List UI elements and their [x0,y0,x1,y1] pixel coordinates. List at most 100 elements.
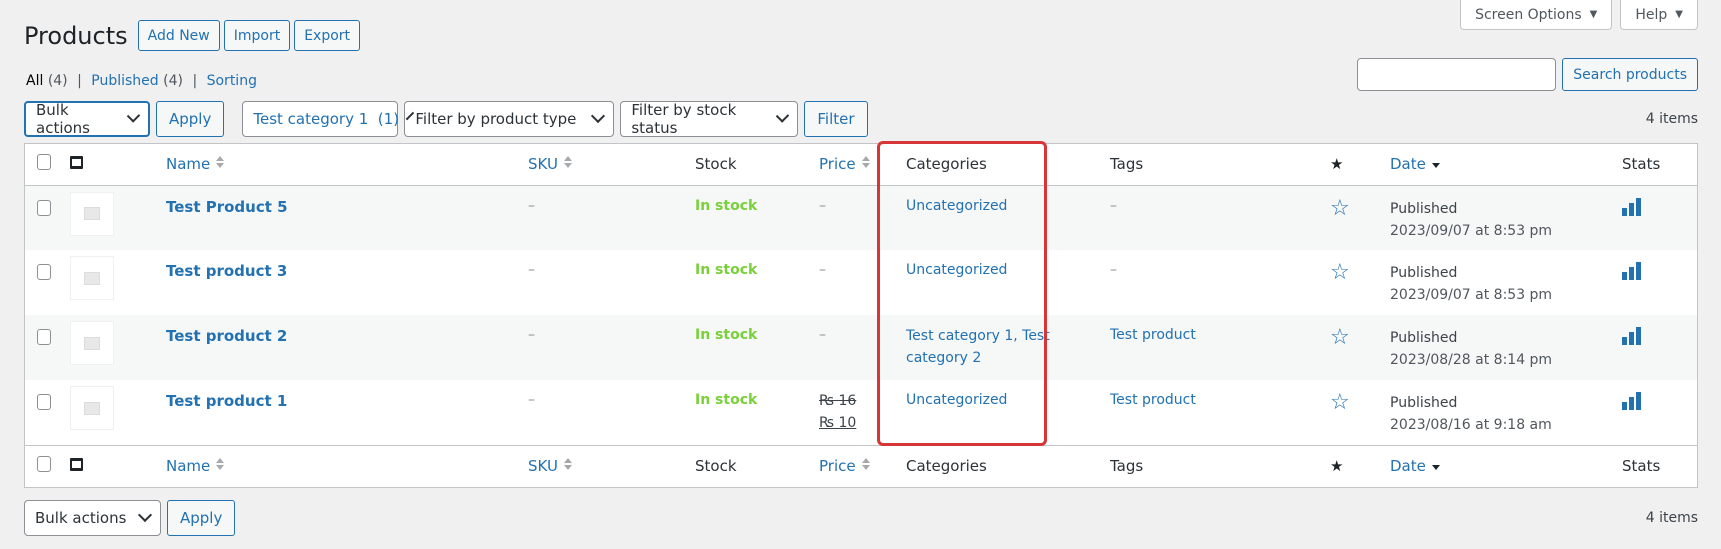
stats-header: Stats [1622,456,1661,475]
stock-header: Stock [695,456,737,475]
caret-down-icon: ▼ [1675,9,1683,20]
apply-button[interactable]: Apply [156,101,225,137]
category-filter-select[interactable]: Test category 1 (1) [242,101,415,137]
search-input[interactable] [1357,58,1557,91]
filter-button[interactable]: Filter [804,101,868,137]
table-row: Test Product 5 – In stock – Uncategorize… [25,185,1697,250]
sort-date-header[interactable]: Date [1390,155,1442,173]
price-cell: – [819,197,826,214]
categories-header: Categories [906,456,987,475]
tag-link[interactable]: Test product [1110,392,1196,408]
product-name-link[interactable]: Test product 3 [166,262,287,280]
featured-toggle-star-icon[interactable]: ☆ [1330,390,1350,415]
apply-button[interactable]: Apply [167,500,236,536]
chevron-down-icon [776,109,790,123]
sort-date-header[interactable]: Date [1390,457,1442,475]
help-button[interactable]: Help ▼ [1620,0,1698,30]
status-text: Published [1390,265,1458,281]
product-thumbnail[interactable] [70,386,114,430]
product-thumbnail[interactable] [70,191,114,236]
sort-name-header[interactable]: Name [166,457,226,475]
stats-bar-chart-icon[interactable] [1622,197,1641,216]
items-count: 4 items [1645,111,1698,127]
tablenav-top: Bulk actions Apply Test category 1 (1) F… [24,101,1698,137]
stock-header: Stock [695,155,737,174]
tag-link[interactable]: Test product [1110,327,1196,343]
select-all-checkbox[interactable] [37,455,51,472]
status-views: All (4) | Published (4) | Sorting [26,73,257,89]
placeholder-image-icon [84,207,100,220]
product-name-link[interactable]: Test product 1 [166,392,287,410]
bulk-actions-select[interactable]: Bulk actions [24,101,150,137]
table-row: Test product 1 – In stock ₨ 16 ₨ 10 Unca… [25,380,1697,445]
product-thumbnail[interactable] [70,321,114,365]
status-text: Published [1390,200,1458,217]
product-name-link[interactable]: Test product 2 [166,327,287,345]
placeholder-image-icon [84,271,100,285]
price-cell: – [819,327,826,343]
sku-cell: – [528,197,535,214]
sku-cell: – [528,392,535,408]
sort-sku-header[interactable]: SKU [528,457,574,475]
date-text: 2023/08/16 at 9:18 am [1390,417,1552,433]
bulk-actions-select[interactable]: Bulk actions [24,500,161,536]
featured-toggle-star-icon[interactable]: ☆ [1330,196,1350,221]
image-icon [70,156,83,170]
search-products-button[interactable]: Search products [1562,58,1698,91]
export-button[interactable]: Export [294,20,361,51]
caret-down-icon: ▼ [1589,9,1598,20]
tags-cell: – [1110,197,1117,214]
stock-cell: In stock [695,262,758,278]
row-checkbox[interactable] [37,264,51,280]
category-link[interactable]: Uncategorized [906,262,1007,278]
view-sorting-link[interactable]: Sorting [207,73,257,89]
category-link[interactable]: Test category 1, Test category 2 [906,328,1050,366]
sort-price-header[interactable]: Price [819,457,872,475]
tags-cell: – [1110,262,1117,278]
row-checkbox[interactable] [37,329,51,345]
product-type-filter-select[interactable]: Filter by product type [404,101,615,137]
sort-icon [563,457,574,470]
sort-icon [563,156,574,169]
screen-options-button[interactable]: Screen Options ▼ [1460,0,1613,30]
row-checkbox[interactable] [37,394,51,410]
stats-bar-chart-icon[interactable] [1622,392,1641,410]
sort-icon [216,156,226,169]
sort-price-header[interactable]: Price [819,155,872,173]
stats-bar-chart-icon[interactable] [1622,327,1641,345]
select-all-checkbox[interactable] [37,154,51,171]
sort-name-header[interactable]: Name [166,155,226,173]
table-row: Test product 2 – In stock – Test categor… [25,315,1697,380]
stats-bar-chart-icon[interactable] [1622,262,1641,280]
view-all-link[interactable]: All [26,73,43,89]
import-button[interactable]: Import [223,20,291,51]
stock-cell: In stock [695,392,758,408]
status-text: Published [1390,395,1458,411]
date-text: 2023/09/07 at 8:53 pm [1390,287,1553,303]
sort-sku-header[interactable]: SKU [528,155,574,173]
row-checkbox[interactable] [37,199,51,216]
category-link[interactable]: Uncategorized [906,392,1007,408]
featured-toggle-star-icon[interactable]: ☆ [1330,325,1350,350]
tags-header: Tags [1110,155,1144,174]
sort-icon [1431,458,1442,470]
sort-icon [861,457,872,470]
featured-star-icon: ★ [1330,456,1344,475]
product-name-link[interactable]: Test Product 5 [166,198,288,216]
items-count: 4 items [1645,510,1698,526]
categories-header: Categories [906,155,987,174]
view-published-link[interactable]: Published [91,73,158,89]
products-table: Name SKU Stock Price Categories Tags ★ D… [24,143,1698,488]
category-link[interactable]: Uncategorized [906,198,1007,214]
featured-toggle-star-icon[interactable]: ☆ [1330,260,1350,285]
add-new-button[interactable]: Add New [137,20,220,51]
table-row: Test product 3 – In stock – Uncategorize… [25,250,1697,315]
sku-cell: – [528,327,535,343]
sale-price: ₨ 10 [819,415,857,431]
product-thumbnail[interactable] [70,256,114,300]
stats-header: Stats [1622,155,1661,174]
tags-header: Tags [1110,456,1144,475]
date-text: 2023/08/28 at 8:14 pm [1390,352,1553,368]
stock-cell: In stock [695,197,758,214]
stock-status-filter-select[interactable]: Filter by stock status [620,101,799,137]
